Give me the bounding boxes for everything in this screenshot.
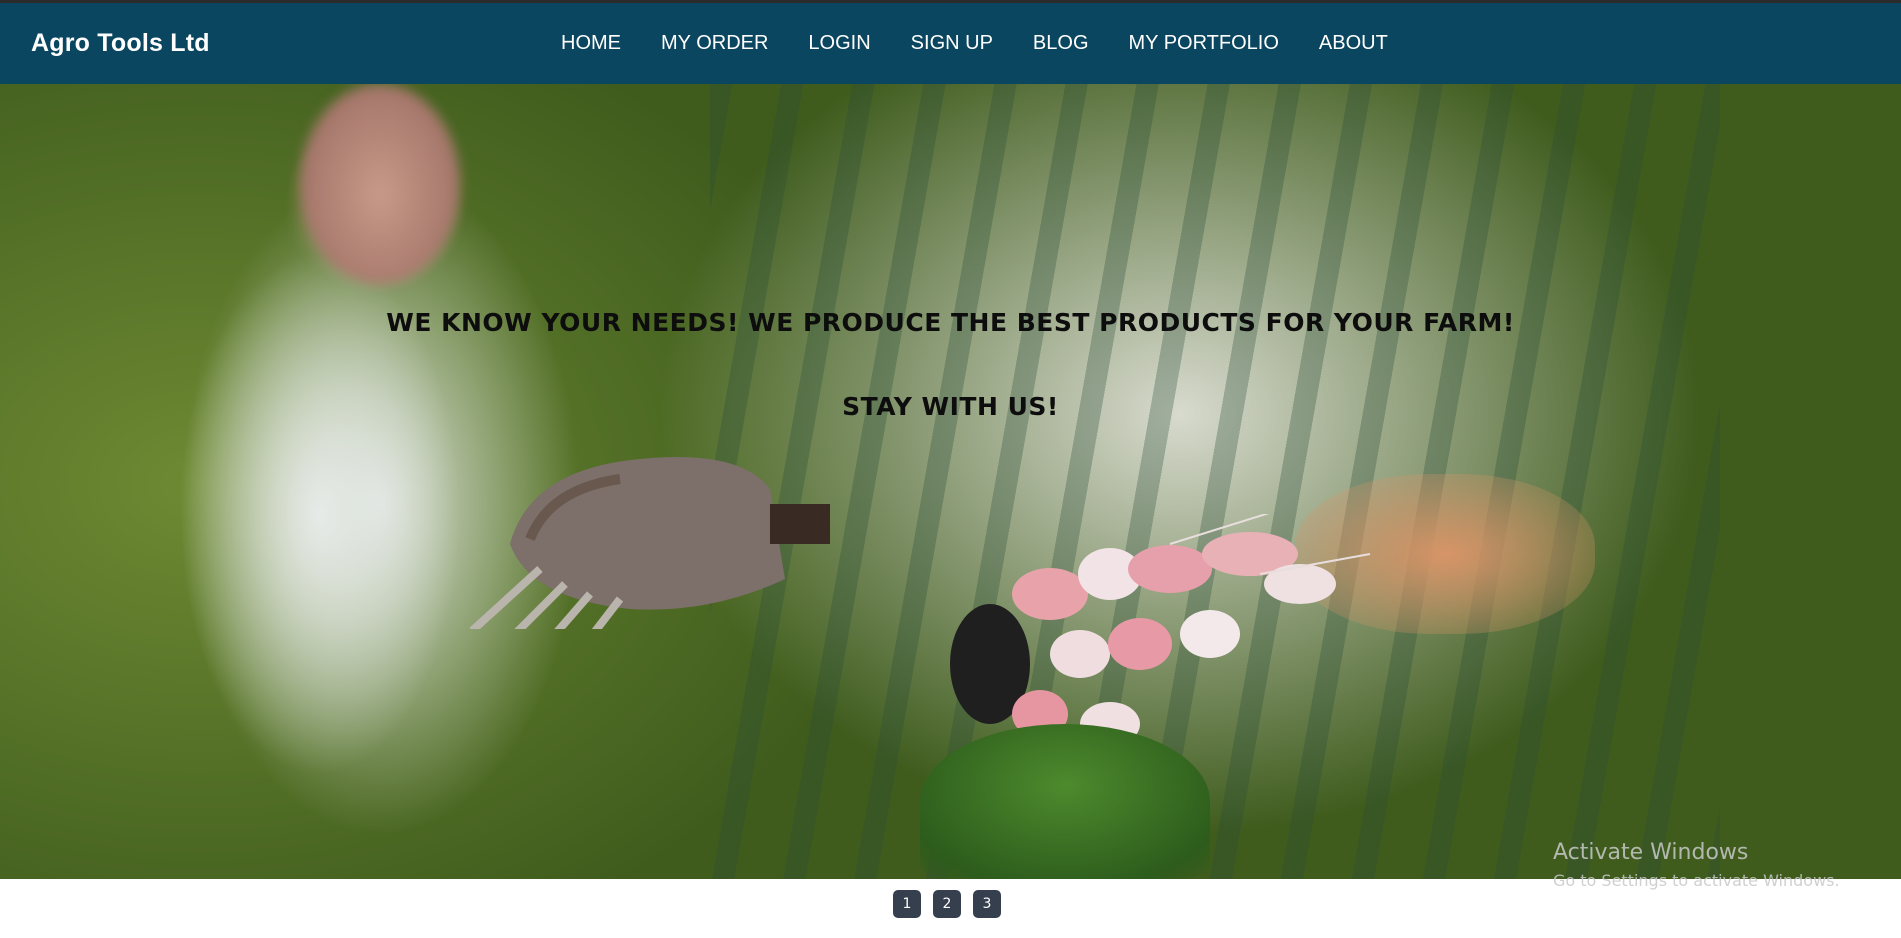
brand-logo-link[interactable]: Agro Tools Ltd [31,3,210,84]
carousel-page-1-button[interactable]: 1 [893,890,921,918]
radish-greens-image [920,724,1210,879]
windows-activation-watermark: Activate Windows Go to Settings to activ… [1553,840,1840,890]
nav-link-home[interactable]: HOME [541,3,641,84]
nav-link-blog[interactable]: BLOG [1013,3,1109,84]
carousel-page-2-button[interactable]: 2 [933,890,961,918]
nav-link-my-order[interactable]: MY ORDER [641,3,788,84]
hero-banner: WE KNOW YOUR NEEDS! WE PRODUCE THE BEST … [0,84,1901,879]
nav-link-my-portfolio[interactable]: MY PORTFOLIO [1109,3,1299,84]
carousel-pagination: 1 2 3 [893,890,1001,918]
nav-menu: HOME MY ORDER LOGIN SIGN UP BLOG MY PORT… [541,3,1408,84]
background-farmer-head [300,84,460,284]
hero-subline: STAY WITH US! [842,392,1059,421]
nav-link-about[interactable]: ABOUT [1299,3,1408,84]
navbar: Agro Tools Ltd HOME MY ORDER LOGIN SIGN … [0,3,1901,84]
hero-headline: WE KNOW YOUR NEEDS! WE PRODUCE THE BEST … [386,308,1515,337]
nav-link-sign-up[interactable]: SIGN UP [891,3,1013,84]
watermark-subtitle: Go to Settings to activate Windows. [1553,871,1840,890]
carousel-page-3-button[interactable]: 3 [973,890,1001,918]
nav-link-login[interactable]: LOGIN [788,3,890,84]
garden-fork-image [470,457,830,629]
watermark-title: Activate Windows [1553,840,1749,865]
